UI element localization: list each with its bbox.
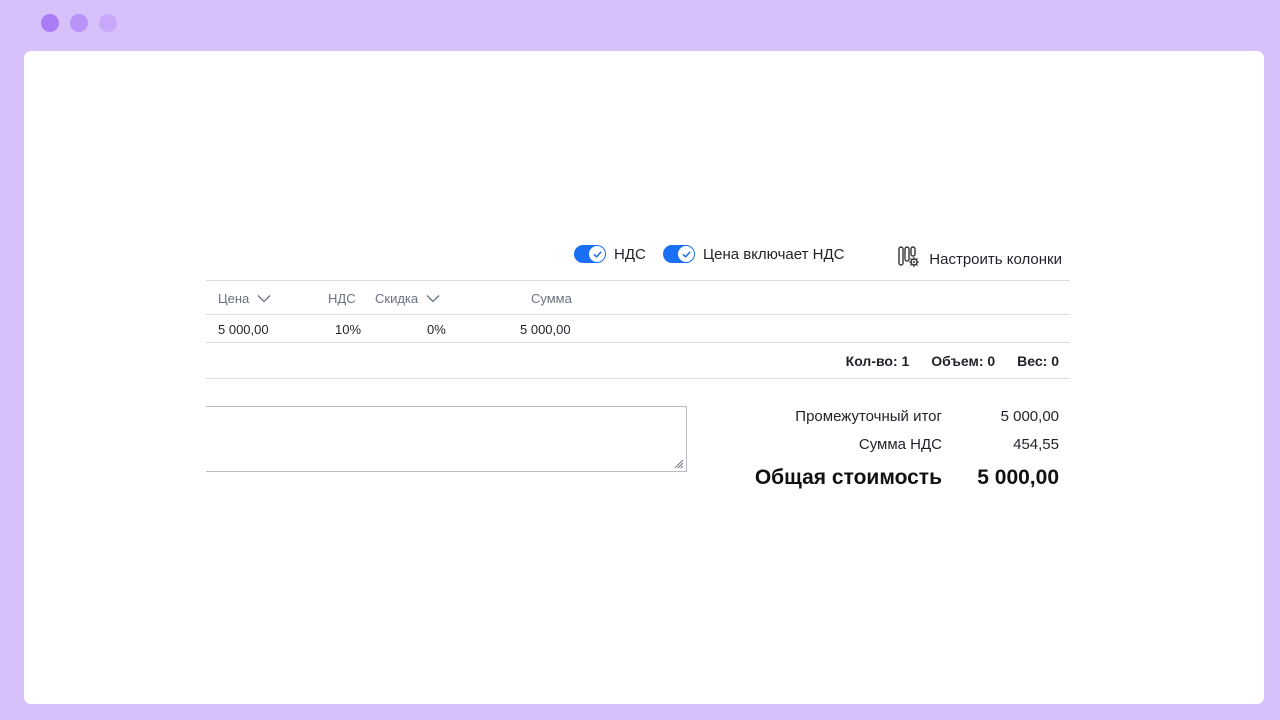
vat-toggle[interactable]: НДС — [574, 245, 646, 263]
table-totals-divider — [206, 378, 1070, 379]
total-label: Общая стоимость — [754, 466, 942, 489]
column-header-price-label: Цена — [218, 291, 250, 306]
table-totals: Кол-во: 1 Объем: 0 Вес: 0 — [846, 353, 1059, 369]
chevron-down-icon — [257, 295, 271, 303]
configure-columns-label: Настроить колонки — [929, 251, 1062, 268]
column-header-sum-label: Сумма — [531, 291, 572, 306]
app-window: НДС Цена включает НДС Настроить колонки … — [24, 51, 1264, 704]
resize-handle-icon[interactable] — [672, 457, 684, 469]
comment-textarea[interactable] — [206, 406, 687, 472]
cell-price: 5 000,00 — [218, 322, 269, 337]
chevron-down-icon — [426, 295, 440, 303]
check-icon — [678, 246, 694, 262]
column-header-discount-label: Скидка — [375, 291, 419, 306]
total-value: 5 000,00 — [977, 466, 1059, 489]
column-header-discount[interactable]: Скидка — [375, 291, 440, 306]
subtotal-label: Промежуточный итог — [795, 408, 942, 425]
check-icon — [589, 246, 605, 262]
window-dot-2 — [70, 14, 88, 32]
vat-sum-label: Сумма НДС — [858, 436, 942, 453]
vat-sum-row: Сумма НДС 454,55 — [729, 434, 1059, 462]
price-includes-vat-toggle[interactable]: Цена включает НДС — [663, 245, 844, 263]
table-row-divider — [206, 342, 1070, 343]
subtotal-value: 5 000,00 — [1000, 408, 1059, 425]
table-toolbar: НДС Цена включает НДС Настроить колонки — [206, 245, 1070, 269]
window-dot-3 — [99, 14, 117, 32]
vat-toggle-label: НДС — [614, 245, 646, 263]
order-summary: Промежуточный итог 5 000,00 Сумма НДС 45… — [729, 406, 1059, 500]
weight-total: Вес: 0 — [1017, 353, 1059, 369]
table-header-divider — [206, 314, 1070, 315]
columns-settings-icon — [897, 245, 921, 274]
cell-discount: 0% — [427, 322, 446, 337]
cell-vat: 10% — [335, 322, 362, 337]
column-header-sum[interactable]: Сумма — [531, 291, 572, 306]
price-includes-vat-label: Цена включает НДС — [703, 245, 845, 263]
vat-switch[interactable] — [574, 245, 606, 263]
price-includes-vat-switch[interactable] — [663, 245, 695, 263]
cell-sum: 5 000,00 — [520, 322, 571, 337]
subtotal-row: Промежуточный итог 5 000,00 — [729, 406, 1059, 434]
configure-columns-button[interactable]: Настроить колонки — [897, 245, 1062, 274]
column-header-vat[interactable]: НДС — [328, 291, 356, 306]
total-row: Общая стоимость 5 000,00 — [729, 464, 1059, 500]
table-top-divider — [206, 280, 1070, 281]
invoice-content: НДС Цена включает НДС Настроить колонки … — [206, 51, 1070, 704]
column-header-price[interactable]: Цена — [218, 291, 271, 306]
window-dot-1 — [41, 14, 59, 32]
vat-sum-value: 454,55 — [1013, 436, 1059, 453]
volume-total: Объем: 0 — [931, 353, 996, 369]
quantity-total: Кол-во: 1 — [845, 353, 910, 369]
column-header-vat-label: НДС — [328, 291, 356, 306]
